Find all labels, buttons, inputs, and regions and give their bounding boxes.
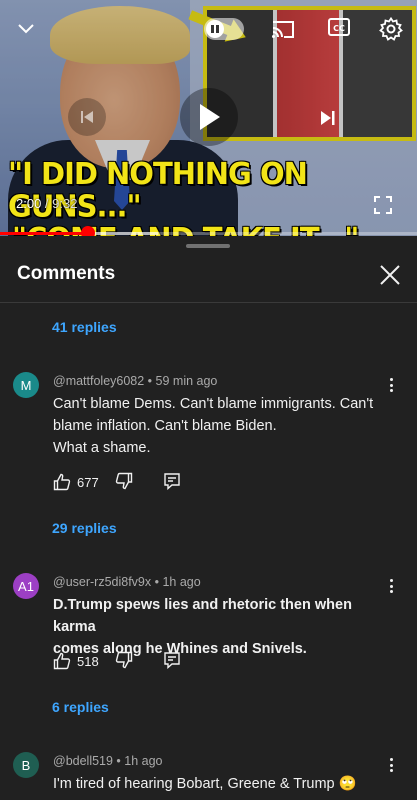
cast-button[interactable]: [270, 16, 296, 42]
comment-text-line: What a shame.: [53, 440, 151, 456]
like-count: 677: [77, 474, 99, 490]
thumbs-up-icon: [53, 652, 71, 670]
comment-meta: @user-rz5di8fv9x • 1h ago: [53, 575, 201, 589]
play-button[interactable]: [180, 88, 238, 146]
avatar[interactable]: B: [13, 752, 39, 778]
time-separator: /: [41, 196, 53, 211]
view-replies-link[interactable]: 6 replies: [52, 699, 109, 715]
view-replies-link[interactable]: 29 replies: [52, 520, 117, 536]
previous-icon: [81, 111, 93, 123]
dislike-button[interactable]: [115, 472, 135, 492]
view-replies-link[interactable]: 41 replies: [52, 319, 117, 335]
comment-text-line: D.Trump spews lies and rhetoric then whe…: [53, 597, 352, 635]
fullscreen-icon: [374, 196, 392, 214]
more-vert-icon: [389, 378, 393, 381]
more-options-button[interactable]: [384, 375, 398, 395]
header-divider: [0, 302, 417, 303]
next-icon: [321, 111, 335, 125]
comment-text-line: I'm tired of hearing Bobart, Greene & Tr…: [53, 776, 357, 792]
comment-text-line: blame inflation. Can't blame Biden.: [53, 418, 277, 434]
settings-button[interactable]: [378, 16, 404, 42]
thumbs-up-icon: [53, 473, 71, 491]
avatar[interactable]: M: [13, 372, 39, 398]
drag-handle[interactable]: [186, 244, 230, 248]
comment-meta: @mattfoley6082 • 59 min ago: [53, 374, 218, 388]
captions-button[interactable]: CC: [328, 17, 350, 37]
comment-text: Can't blame Dems. Can't blame immigrants…: [53, 393, 393, 459]
more-vert-icon: [389, 758, 393, 761]
video-player[interactable]: "I DID NOTHING ON GUNS..." "COME AND TAK…: [0, 0, 417, 236]
progress-played: [0, 232, 88, 235]
minimize-button[interactable]: [12, 14, 40, 42]
cast-icon: [272, 21, 294, 38]
thumbs-down-icon: [115, 651, 133, 669]
duration: 9:32: [52, 196, 78, 211]
next-button[interactable]: [310, 100, 346, 136]
svg-text:CC: CC: [333, 24, 345, 33]
more-options-button[interactable]: [384, 576, 398, 596]
pause-icon: [211, 25, 219, 33]
reply-button[interactable]: [163, 472, 183, 492]
more-options-button[interactable]: [384, 755, 398, 775]
close-button[interactable]: [378, 263, 404, 289]
time-display: 2:00 / 9:32: [16, 196, 77, 211]
avatar[interactable]: A1: [13, 573, 39, 599]
comment-reply-icon: [164, 652, 180, 670]
like-button[interactable]: [53, 472, 73, 492]
comment-meta: @bdell519 • 1h ago: [53, 754, 163, 768]
comment-actions: 518: [53, 651, 183, 671]
panel-title: Comments: [17, 263, 116, 284]
like-count: 518: [77, 653, 99, 669]
settings-gear-icon: [379, 17, 403, 41]
closed-captions-icon: CC: [328, 18, 350, 36]
close-icon: [380, 265, 400, 285]
previous-button[interactable]: [68, 98, 106, 136]
autoplay-toggle[interactable]: [204, 18, 244, 40]
comment-actions: 677: [53, 472, 183, 492]
dislike-button[interactable]: [115, 651, 135, 671]
like-button[interactable]: [53, 651, 73, 671]
current-time: 2:00: [16, 196, 42, 211]
reply-button[interactable]: [163, 651, 183, 671]
play-icon: [200, 104, 220, 130]
comments-panel: Comments 41 replies M @mattfoley6082 • 5…: [0, 236, 417, 800]
chevron-down-icon: [18, 24, 34, 34]
thumbs-down-icon: [115, 472, 133, 490]
comment-text: I'm tired of hearing Bobart, Greene & Tr…: [53, 773, 393, 795]
comment-text-line: Can't blame Dems. Can't blame immigrants…: [53, 396, 374, 412]
more-vert-icon: [389, 579, 393, 582]
fullscreen-button[interactable]: [372, 194, 394, 216]
headline-line-1: "I DID NOTHING ON GUNS...": [8, 155, 308, 224]
comment-reply-icon: [164, 473, 180, 491]
